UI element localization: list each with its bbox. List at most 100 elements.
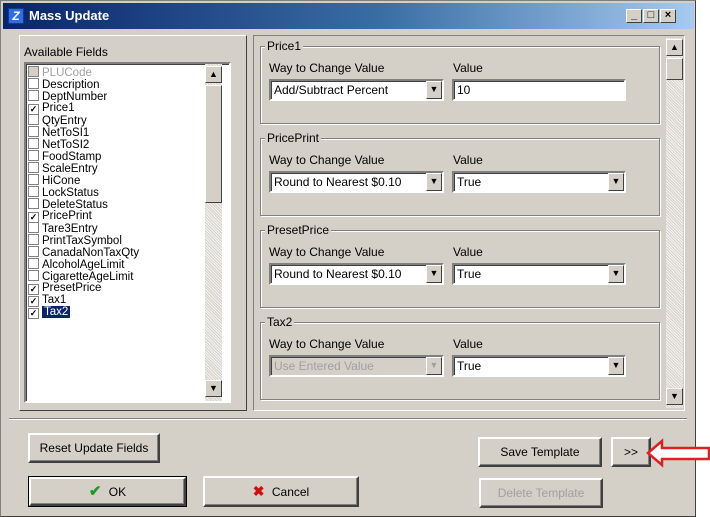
dropdown-arrow-icon[interactable]: ▼ (608, 265, 624, 283)
way-to-change-value: Round to Nearest $0.10 (274, 175, 402, 189)
delete-template-button[interactable]: Delete Template (479, 478, 603, 508)
value-select[interactable]: True ▼ (452, 171, 626, 193)
available-fields-items: PLUCode Description DeptNumber ✓ Price1 QtyEn… (26, 64, 196, 401)
checkbox-icon[interactable] (28, 90, 39, 101)
fields-scrollbar[interactable]: ▲ ▼ (205, 64, 222, 401)
ok-button[interactable]: ✔ OK (28, 476, 187, 507)
dropdown-arrow-icon[interactable]: ▼ (426, 81, 442, 99)
group-priceprint: PricePrint Way to Change Value Value Round … (260, 131, 660, 216)
dropdown-arrow-icon[interactable]: ▼ (426, 265, 442, 283)
field-item-tax1[interactable]: ✓ Tax1 (28, 294, 196, 307)
field-item-deptnumber[interactable]: DeptNumber (28, 90, 196, 103)
value-select[interactable]: True ▼ (452, 263, 626, 285)
fields-scrollbar-thumb[interactable] (205, 85, 222, 203)
field-item-canadanontaxqty[interactable]: CanadaNonTaxQty (28, 246, 196, 259)
field-item-deletestatus[interactable]: DeleteStatus (28, 198, 196, 211)
field-item-qtyentry[interactable]: QtyEntry (28, 114, 196, 127)
mass-update-app-icon: Z (8, 8, 24, 24)
group-title: Price1 (265, 39, 304, 53)
field-item-label: PresetPrice (42, 282, 102, 294)
value-select-text: True (457, 359, 482, 373)
cancel-button[interactable]: ✖ Cancel (203, 476, 359, 507)
field-item-alcoholagelimit[interactable]: AlcoholAgeLimit (28, 258, 196, 271)
way-to-change-value: Use Entered Value (274, 359, 374, 373)
field-item-label: PricePrint (42, 210, 92, 222)
maximize-button[interactable]: □ (643, 9, 659, 23)
way-to-change-select[interactable]: Use Entered Value ▼ (269, 355, 444, 377)
field-item-nettosi2[interactable]: NetToSI2 (28, 138, 196, 151)
scroll-down-arrow-icon[interactable]: ▼ (205, 380, 222, 397)
checkbox-icon[interactable] (28, 66, 39, 77)
close-button[interactable]: × (660, 9, 676, 23)
checkbox-icon[interactable] (28, 150, 39, 161)
way-to-change-select[interactable]: Round to Nearest $0.10 ▼ (269, 171, 444, 193)
delete-template-label: Delete Template (497, 486, 585, 500)
window-title: Mass Update (29, 8, 110, 23)
checkbox-icon[interactable] (28, 126, 39, 137)
settings-scrollbar[interactable]: ▲ ▼ (666, 38, 683, 408)
way-to-change-label: Way to Change Value (269, 245, 385, 259)
value-select[interactable]: True ▼ (452, 355, 626, 377)
field-item-lockstatus[interactable]: LockStatus (28, 186, 196, 199)
cancel-label: Cancel (271, 485, 310, 499)
title-bar[interactable]: Z Mass Update _ □ × (3, 3, 694, 29)
way-to-change-value: Add/Subtract Percent (274, 83, 389, 97)
checkbox-icon[interactable] (28, 234, 39, 245)
field-item-foodstamp[interactable]: FoodStamp (28, 150, 196, 163)
group-tax2: Tax2 Way to Change Value Value Use Entered … (260, 315, 660, 400)
scroll-up-arrow-icon[interactable]: ▲ (205, 66, 222, 83)
way-to-change-label: Way to Change Value (269, 153, 385, 167)
field-item-tax2[interactable]: ✓ Tax2 (28, 306, 196, 319)
field-item-scaleentry[interactable]: ScaleEntry (28, 162, 196, 175)
settings-scroll-down-arrow-icon[interactable]: ▼ (666, 388, 683, 405)
field-item-description[interactable]: Description (28, 78, 196, 91)
way-to-change-select[interactable]: Round to Nearest $0.10 ▼ (269, 263, 444, 285)
field-item-cigaretteagelimit[interactable]: CigaretteAgeLimit (28, 270, 196, 283)
checkbox-checked-icon[interactable]: ✓ (28, 308, 39, 319)
checkbox-icon[interactable] (28, 162, 39, 173)
checkbox-icon[interactable] (28, 270, 39, 281)
reset-update-fields-button[interactable]: Reset Update Fields (28, 433, 160, 463)
available-fields-list[interactable]: PLUCode Description DeptNumber ✓ Price1 QtyEn… (24, 62, 231, 403)
available-fields-label: Available Fields (24, 45, 108, 59)
way-to-change-label: Way to Change Value (269, 61, 385, 75)
checkbox-icon[interactable] (28, 186, 39, 197)
field-item-nettosi1[interactable]: NetToSI1 (28, 126, 196, 139)
checkbox-icon[interactable] (28, 222, 39, 233)
way-to-change-select[interactable]: Add/Subtract Percent ▼ (269, 79, 444, 101)
save-template-button[interactable]: Save Template (478, 437, 602, 467)
group-presetprice: PresetPrice Way to Change Value Value Round… (260, 223, 660, 308)
mass-update-window: Z Mass Update _ □ × Available Fields PLU… (0, 0, 696, 517)
field-item-label: Tax1 (42, 294, 67, 306)
cancel-x-icon: ✖ (252, 483, 265, 499)
field-item-presetprice[interactable]: ✓ PresetPrice (28, 282, 196, 295)
field-item-priceprint[interactable]: ✓ PricePrint (28, 210, 196, 223)
checkbox-icon[interactable] (28, 138, 39, 149)
field-item-hicone[interactable]: HiCone (28, 174, 196, 187)
field-settings-panel: Price1 Way to Change Value Value Add/Subtra… (253, 35, 685, 411)
dropdown-arrow-icon[interactable]: ▼ (426, 173, 442, 191)
checkbox-icon[interactable] (28, 258, 39, 269)
value-select-text: True (457, 267, 482, 281)
dropdown-arrow-icon[interactable]: ▼ (608, 357, 624, 375)
more-button[interactable]: >> (611, 437, 651, 467)
dropdown-arrow-icon[interactable]: ▼ (426, 357, 442, 375)
field-item-price1[interactable]: ✓ Price1 (28, 102, 196, 115)
available-fields-panel: Available Fields PLUCode Description DeptN… (19, 35, 247, 411)
checkmark-icon: ✔ (88, 483, 102, 500)
field-item-printtaxsymbol[interactable]: PrintTaxSymbol (28, 234, 196, 247)
field-item-plucode[interactable]: PLUCode (28, 66, 196, 79)
checkbox-icon[interactable] (28, 246, 39, 257)
dropdown-arrow-icon[interactable]: ▼ (608, 173, 624, 191)
checkbox-icon[interactable] (28, 174, 39, 185)
checkbox-icon[interactable] (28, 78, 39, 89)
settings-scroll-up-arrow-icon[interactable]: ▲ (666, 39, 683, 56)
settings-scrollbar-thumb[interactable] (666, 58, 683, 80)
minimize-button[interactable]: _ (626, 9, 642, 23)
field-item-tare3entry[interactable]: Tare3Entry (28, 222, 196, 235)
checkbox-icon[interactable] (28, 114, 39, 125)
value-input[interactable]: 10 (452, 79, 626, 101)
value-label: Value (453, 153, 483, 167)
checkbox-icon[interactable] (28, 198, 39, 209)
group-title: PricePrint (265, 131, 322, 145)
